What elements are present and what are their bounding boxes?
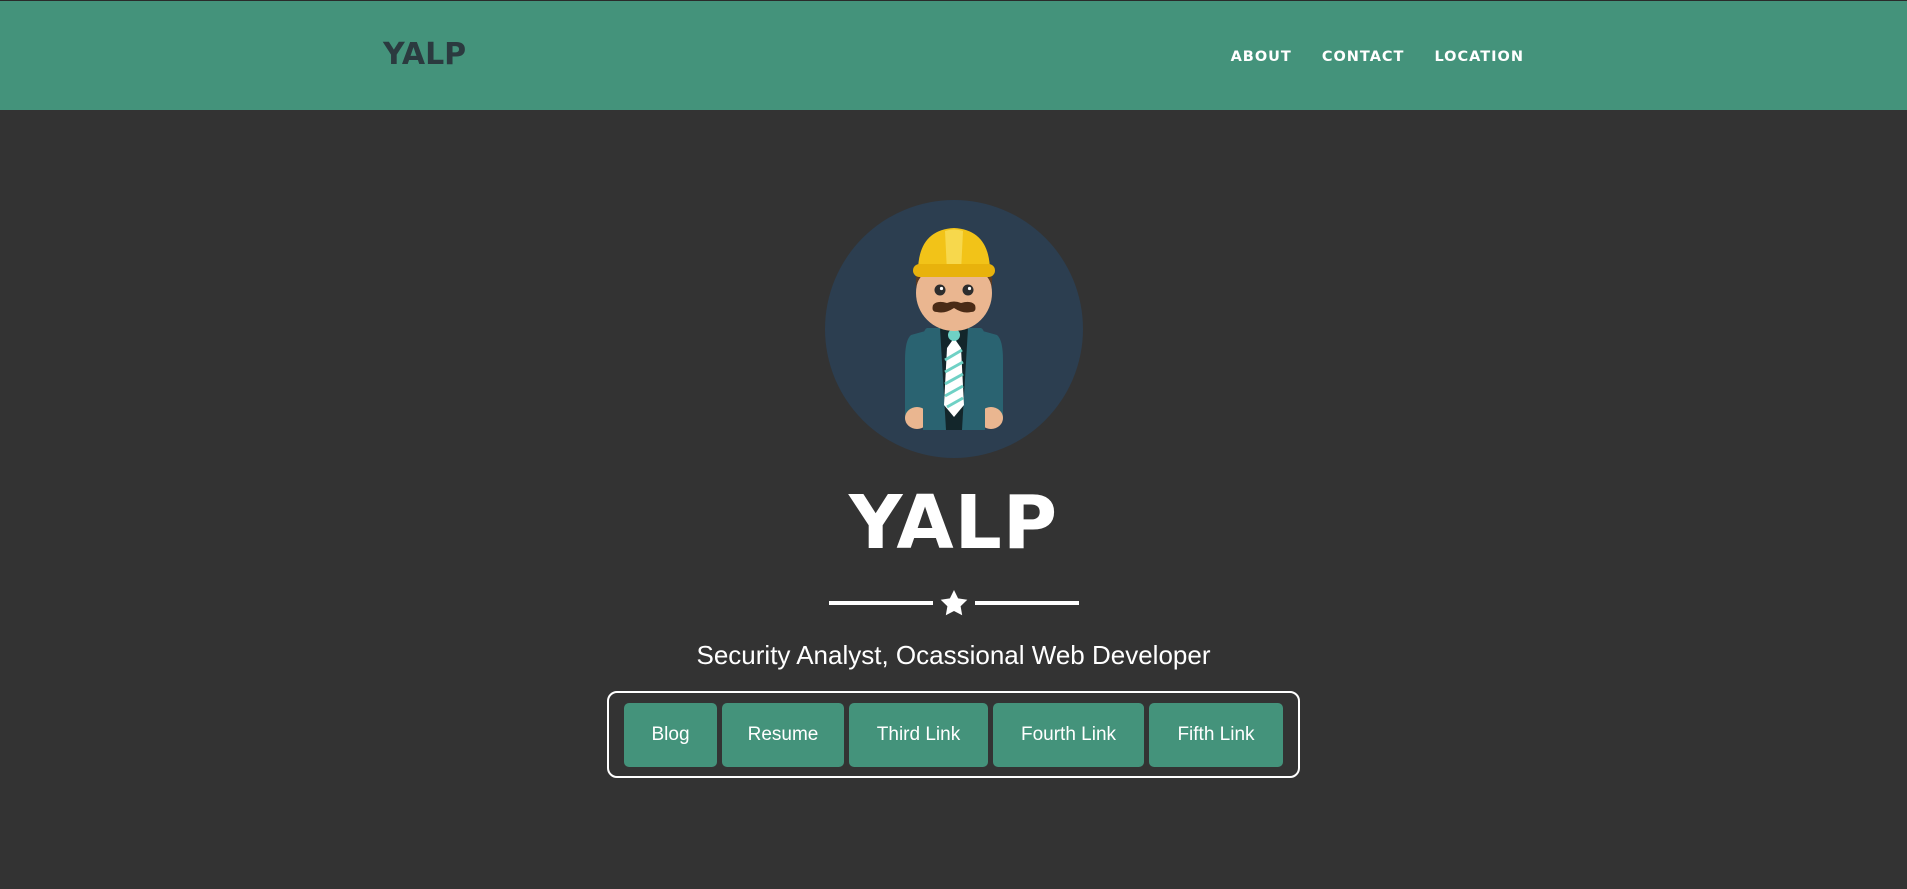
construction-worker-icon — [825, 200, 1083, 458]
nav-link-about[interactable]: ABOUT — [1231, 49, 1292, 65]
top-navbar: YALP ABOUT CONTACT LOCATION — [0, 0, 1907, 110]
third-link-button[interactable]: Third Link — [849, 702, 988, 767]
hero-section: YALP Security Analyst, Ocassional Web De… — [0, 110, 1907, 889]
hero-title: YALP — [848, 480, 1059, 566]
resume-button[interactable]: Resume — [722, 702, 844, 767]
star-icon — [940, 590, 968, 616]
nav-link-contact[interactable]: CONTACT — [1322, 49, 1405, 65]
hero-subtitle: Security Analyst, Ocassional Web Develop… — [696, 640, 1211, 670]
link-group: Blog Resume Third Link Fourth Link Fifth… — [607, 691, 1300, 778]
fourth-link-button[interactable]: Fourth Link — [993, 702, 1144, 767]
brand-logo[interactable]: YALP — [383, 37, 466, 72]
blog-button[interactable]: Blog — [624, 702, 717, 767]
nav-link-location[interactable]: LOCATION — [1434, 49, 1524, 65]
nav-links: ABOUT CONTACT LOCATION — [1231, 49, 1524, 65]
star-divider — [829, 590, 1079, 616]
fifth-link-button[interactable]: Fifth Link — [1149, 702, 1283, 767]
